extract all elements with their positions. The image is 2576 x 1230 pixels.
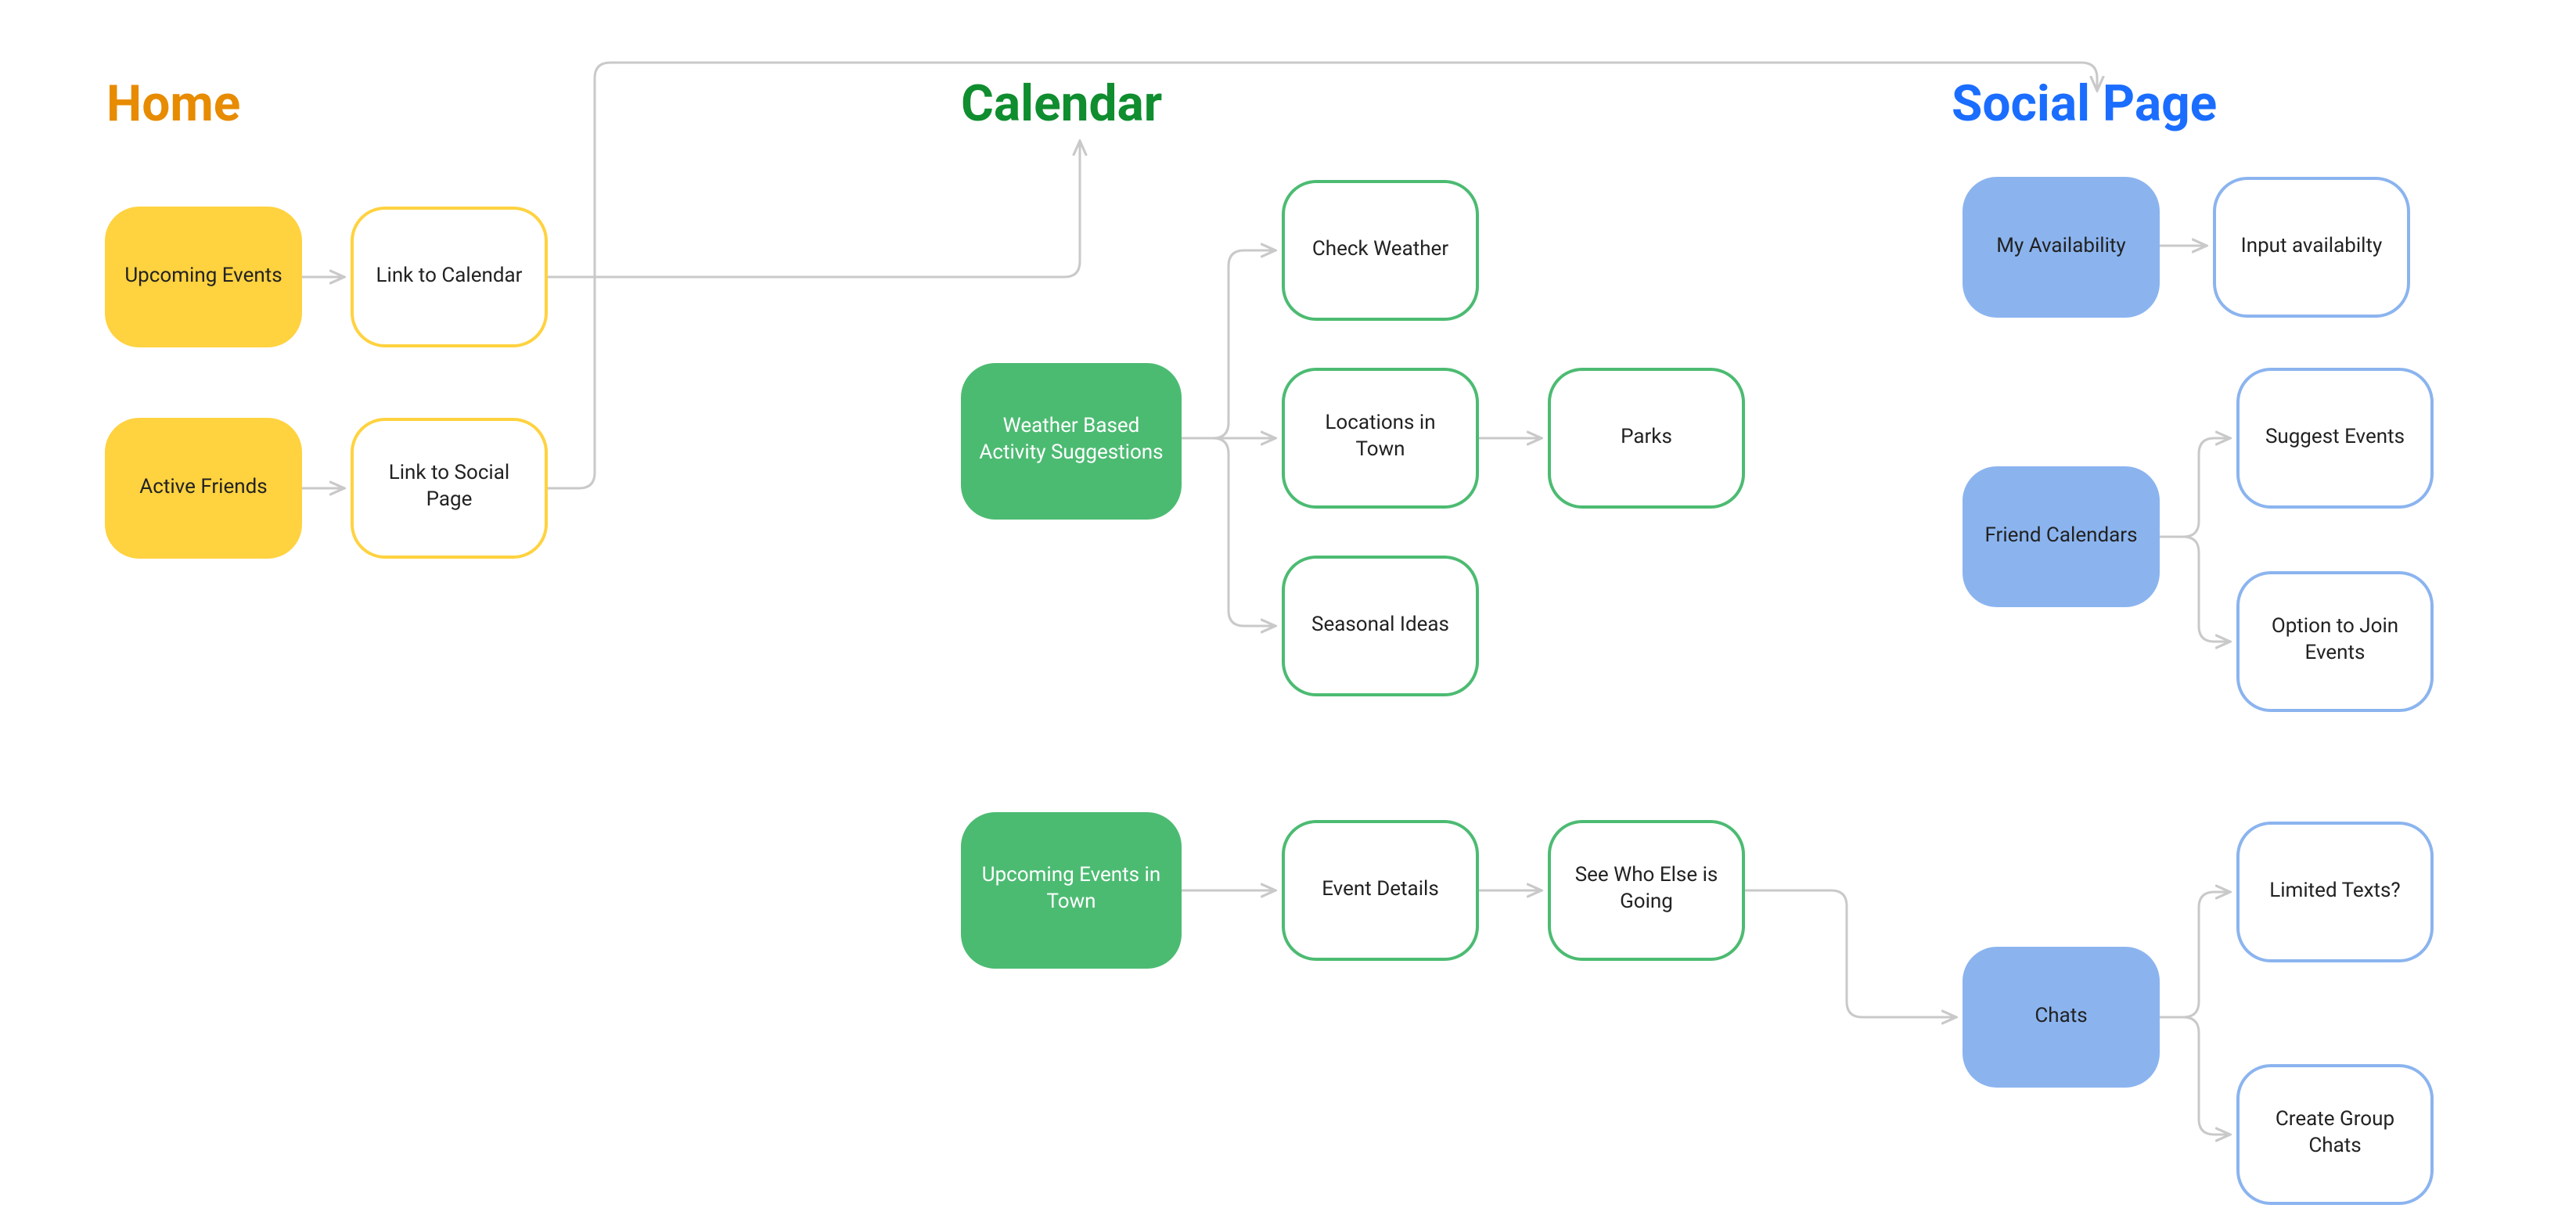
node-see-who-else[interactable]: See Who Else is Going <box>1548 820 1745 961</box>
node-upcoming-events[interactable]: Upcoming Events <box>105 207 302 347</box>
node-weather-suggestions[interactable]: Weather Based Activity Suggestions <box>961 363 1182 520</box>
node-limited-texts[interactable]: Limited Texts? <box>2236 822 2434 962</box>
node-input-availability[interactable]: Input availabilty <box>2213 177 2410 318</box>
node-seasonal-ideas[interactable]: Seasonal Ideas <box>1282 556 1479 696</box>
diagram-canvas: Home Calendar Social Page Upcoming Event… <box>0 0 2576 1230</box>
node-event-details[interactable]: Event Details <box>1282 820 1479 961</box>
node-friend-calendars[interactable]: Friend Calendars <box>1963 466 2160 607</box>
node-parks[interactable]: Parks <box>1548 368 1745 509</box>
node-option-join-events[interactable]: Option to Join Events <box>2236 571 2434 712</box>
node-check-weather[interactable]: Check Weather <box>1282 180 1479 321</box>
node-upcoming-events-town[interactable]: Upcoming Events in Town <box>961 812 1182 969</box>
node-create-group-chats[interactable]: Create Group Chats <box>2236 1064 2434 1205</box>
heading-home: Home <box>106 78 240 128</box>
node-link-to-social[interactable]: Link to Social Page <box>351 418 548 559</box>
node-active-friends[interactable]: Active Friends <box>105 418 302 559</box>
node-suggest-events[interactable]: Suggest Events <box>2236 368 2434 509</box>
node-locations-in-town[interactable]: Locations in Town <box>1282 368 1479 509</box>
node-link-to-calendar[interactable]: Link to Calendar <box>351 207 548 347</box>
heading-calendar: Calendar <box>961 78 1162 128</box>
node-my-availability[interactable]: My Availability <box>1963 177 2160 318</box>
node-chats[interactable]: Chats <box>1963 947 2160 1088</box>
heading-social: Social Page <box>1952 78 2217 128</box>
